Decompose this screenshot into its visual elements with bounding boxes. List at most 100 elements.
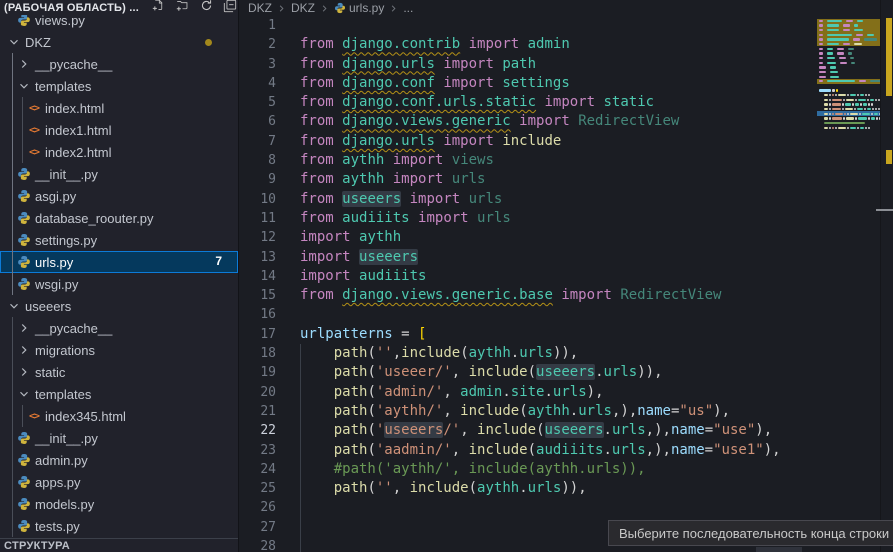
code-line-18[interactable]: 18 path('',include(aythh.urls)), (239, 344, 817, 363)
tree-file--init-py[interactable]: __init__.py (0, 427, 238, 449)
tree-file-asgi-py[interactable]: asgi.py (0, 185, 238, 207)
code-token: path (334, 384, 368, 400)
code-line-16[interactable]: 16 (239, 305, 817, 324)
explorer-section-header[interactable]: (РАБОЧАЯ ОБЛАСТЬ) ... (0, 0, 238, 15)
code-token: ( (528, 442, 536, 458)
minimap-token (835, 94, 837, 96)
code-line-24[interactable]: 24 #path('aythh/', include(aythh.urls)), (239, 460, 817, 479)
code-line-9[interactable]: 9from aythh import urls (239, 170, 817, 189)
outline-section-header[interactable]: СТРУКТУРА (0, 538, 238, 552)
minimap-token (856, 80, 858, 82)
code-line-19[interactable]: 19 path('useeer/', include(useeers.urls)… (239, 363, 817, 382)
tree-file-tests-py[interactable]: tests.py (0, 515, 238, 537)
minimap-token (853, 38, 860, 40)
new-folder-button[interactable] (175, 2, 189, 15)
line-content: path('', include(aythh.urls)), (276, 479, 587, 498)
tree-folder-migrations[interactable]: migrations (0, 339, 238, 361)
code-line-2[interactable]: 2from django.contrib import admin (239, 35, 817, 54)
code-token: from (300, 191, 334, 207)
code-token: import (443, 75, 494, 91)
code-line-12[interactable]: 12import aythh (239, 228, 817, 247)
breadcrumb-item-dkz[interactable]: DKZ (291, 1, 315, 15)
code-line-15[interactable]: 15from django.views.generic.base import … (239, 286, 817, 305)
code-line-22[interactable]: 22 path('useeers/', include(useeers.urls… (239, 421, 817, 440)
tree-folder-dkz[interactable]: DKZ (0, 31, 238, 53)
tree-file-urls-py[interactable]: urls.py7 (0, 251, 238, 273)
code-line-10[interactable]: 10from useeers import urls (239, 190, 817, 209)
statusbar-eol-item[interactable] (756, 547, 802, 552)
minimap-token (840, 43, 842, 45)
code-line-8[interactable]: 8from aythh import views (239, 151, 817, 170)
minimap[interactable] (817, 0, 881, 552)
code-token: include (460, 403, 519, 419)
code-line-14[interactable]: 14import audiiits (239, 267, 817, 286)
tree-file-models-py[interactable]: models.py (0, 493, 238, 515)
code-token: , (646, 422, 654, 438)
code-line-4[interactable]: 4from django.conf import settings (239, 74, 817, 93)
chevron-right-icon (16, 56, 32, 72)
code-line-1[interactable]: 1 (239, 16, 817, 35)
code-line-26[interactable]: 26 (239, 498, 817, 517)
refresh-button[interactable] (199, 2, 213, 15)
tree-file-index-html[interactable]: <>index.html (0, 97, 238, 119)
minimap-token (858, 117, 867, 119)
python-file-icon (16, 496, 32, 512)
code-line-17[interactable]: 17urlpatterns = [ (239, 325, 817, 344)
code-line-25[interactable]: 25 path('', include(aythh.urls)), (239, 479, 817, 498)
tree-file-index1-html[interactable]: <>index1.html (0, 119, 238, 141)
tree-folder--pycache-[interactable]: __pycache__ (0, 53, 238, 75)
tree-item-label: __init__.py (35, 431, 98, 446)
tree-folder-useeers[interactable]: useeers (0, 295, 238, 317)
code-line-11[interactable]: 11from audiiits import urls (239, 209, 817, 228)
code-area[interactable]: 12from django.contrib import admin3from … (239, 16, 817, 552)
tree-item-label: __init__.py (35, 167, 98, 182)
breadcrumb-item--[interactable]: ... (403, 1, 413, 15)
code-line-7[interactable]: 7from django.urls import include (239, 132, 817, 151)
code-line-13[interactable]: 13import useeers (239, 248, 817, 267)
tree-file-wsgi-py[interactable]: wsgi.py (0, 273, 238, 295)
code-token: , (393, 345, 401, 361)
minimap-token (824, 52, 826, 54)
tree-file--init-py[interactable]: __init__.py (0, 163, 238, 185)
tree-folder-static[interactable]: static (0, 361, 238, 383)
minimap-token (837, 48, 844, 50)
code-line-5[interactable]: 5from django.conf.urls.static import sta… (239, 93, 817, 112)
new-file-button[interactable] (151, 2, 165, 15)
code-line-23[interactable]: 23 path('aadmin/', include(audiiits.urls… (239, 441, 817, 460)
tree-folder--pycache-[interactable]: __pycache__ (0, 317, 238, 339)
code-token (469, 210, 477, 226)
line-number: 10 (239, 190, 276, 209)
overview-ruler-scrollbar[interactable] (880, 0, 893, 552)
minimap-token (827, 80, 855, 82)
minimap-token (847, 57, 849, 59)
collapse-all-button[interactable] (223, 2, 237, 15)
code-token (334, 75, 342, 91)
tree-file-index2-html[interactable]: <>index2.html (0, 141, 238, 163)
tree-file-database-roouter-py[interactable]: database_roouter.py (0, 207, 238, 229)
code-token (300, 422, 334, 438)
tree-file-admin-py[interactable]: admin.py (0, 449, 238, 471)
code-line-21[interactable]: 21 path('aythh/', include(aythh.urls,),n… (239, 402, 817, 421)
code-line-6[interactable]: 6from django.views.generic import Redire… (239, 112, 817, 131)
code-token: name (671, 442, 705, 458)
tree-file-index345-html[interactable]: <>index345.html (0, 405, 238, 427)
code-token: import (443, 133, 494, 149)
breadcrumb-item-dkz[interactable]: DKZ (248, 1, 272, 15)
line-content: from django.views.generic.base import Re… (276, 286, 721, 305)
code-token (334, 171, 342, 187)
code-line-20[interactable]: 20 path('admin/', admin.site.urls), (239, 383, 817, 402)
tree-file-settings-py[interactable]: settings.py (0, 229, 238, 251)
code-token: , (393, 480, 410, 496)
minimap-token (851, 29, 853, 31)
tree-item-label: index2.html (45, 145, 111, 160)
tree-folder-templates[interactable]: templates (0, 383, 238, 405)
line-content: import audiiits (276, 267, 426, 286)
minimap-token (868, 127, 870, 129)
minimap-token (875, 108, 877, 110)
tree-file-apps-py[interactable]: apps.py (0, 471, 238, 493)
code-line-3[interactable]: 3from django.urls import path (239, 55, 817, 74)
minimap-token (819, 29, 823, 31)
python-file-icon (16, 452, 32, 468)
breadcrumb-item-urls-py[interactable]: urls.py (334, 1, 384, 15)
tree-folder-templates[interactable]: templates (0, 75, 238, 97)
